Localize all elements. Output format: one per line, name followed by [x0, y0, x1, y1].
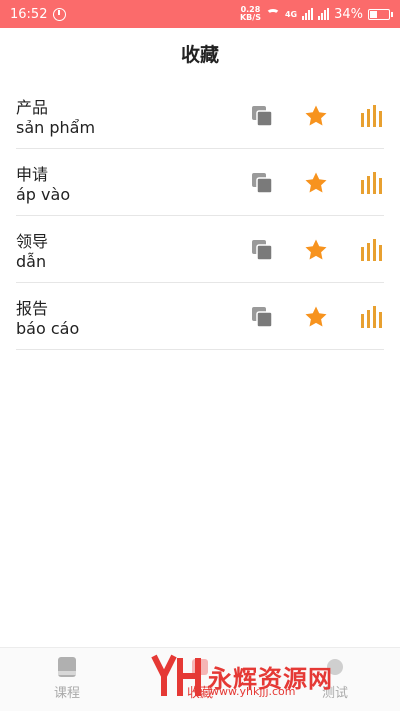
copy-icon[interactable] [250, 171, 274, 195]
favorites-list: 产品 sản phẩm 申请 áp vào 领导 dẫn 报告 báo cáo [16, 82, 384, 350]
word-chinese: 产品 [16, 98, 49, 117]
word-chinese: 报告 [16, 299, 49, 318]
word-chinese: 申请 [16, 165, 49, 184]
word-vietnamese: dẫn [16, 252, 47, 271]
copy-icon[interactable] [250, 104, 274, 128]
alarm-icon [53, 7, 67, 21]
copy-icon[interactable] [250, 238, 274, 262]
battery-icon [368, 8, 393, 20]
star-icon[interactable] [304, 171, 328, 195]
audio-bars-icon[interactable] [360, 171, 384, 195]
audio-bars-icon[interactable] [360, 104, 384, 128]
status-time: 16:52 [10, 6, 48, 22]
list-item[interactable]: 申请 áp vào [16, 149, 384, 216]
copy-icon[interactable] [250, 305, 274, 329]
audio-bars-icon[interactable] [360, 305, 384, 329]
book-icon [58, 657, 76, 677]
page-title: 收藏 [180, 44, 219, 66]
word-vietnamese: áp vào [16, 185, 71, 204]
star-icon[interactable] [304, 238, 328, 262]
status-bar: 16:52 0.28 KB/S 4G 34% [0, 0, 400, 28]
wifi-icon [265, 9, 280, 19]
list-item[interactable]: 报告 báo cáo [16, 283, 384, 350]
word-chinese: 领导 [16, 232, 49, 251]
watermark-url: www.yhkjjj.com [210, 685, 296, 698]
word-vietnamese: sản phẩm [16, 118, 96, 137]
watermark: 永辉资源网 www.yhkjjj.com [150, 652, 375, 700]
list-item[interactable]: 领导 dẫn [16, 216, 384, 283]
network-speed: 0.28 KB/S [239, 5, 261, 22]
battery-percent: 34% [334, 6, 363, 22]
tab-course[interactable]: 课程 [27, 656, 107, 701]
word-vietnamese: báo cáo [16, 319, 80, 338]
tab-course-label: 课程 [53, 686, 80, 701]
network-type-label: 4G [284, 9, 298, 19]
audio-bars-icon[interactable] [360, 238, 384, 262]
list-item[interactable]: 产品 sản phẩm [16, 82, 384, 149]
star-icon[interactable] [304, 104, 328, 128]
watermark-logo [151, 654, 201, 696]
signal-icon-2 [318, 8, 330, 20]
star-icon[interactable] [304, 305, 328, 329]
signal-icon [302, 8, 314, 20]
